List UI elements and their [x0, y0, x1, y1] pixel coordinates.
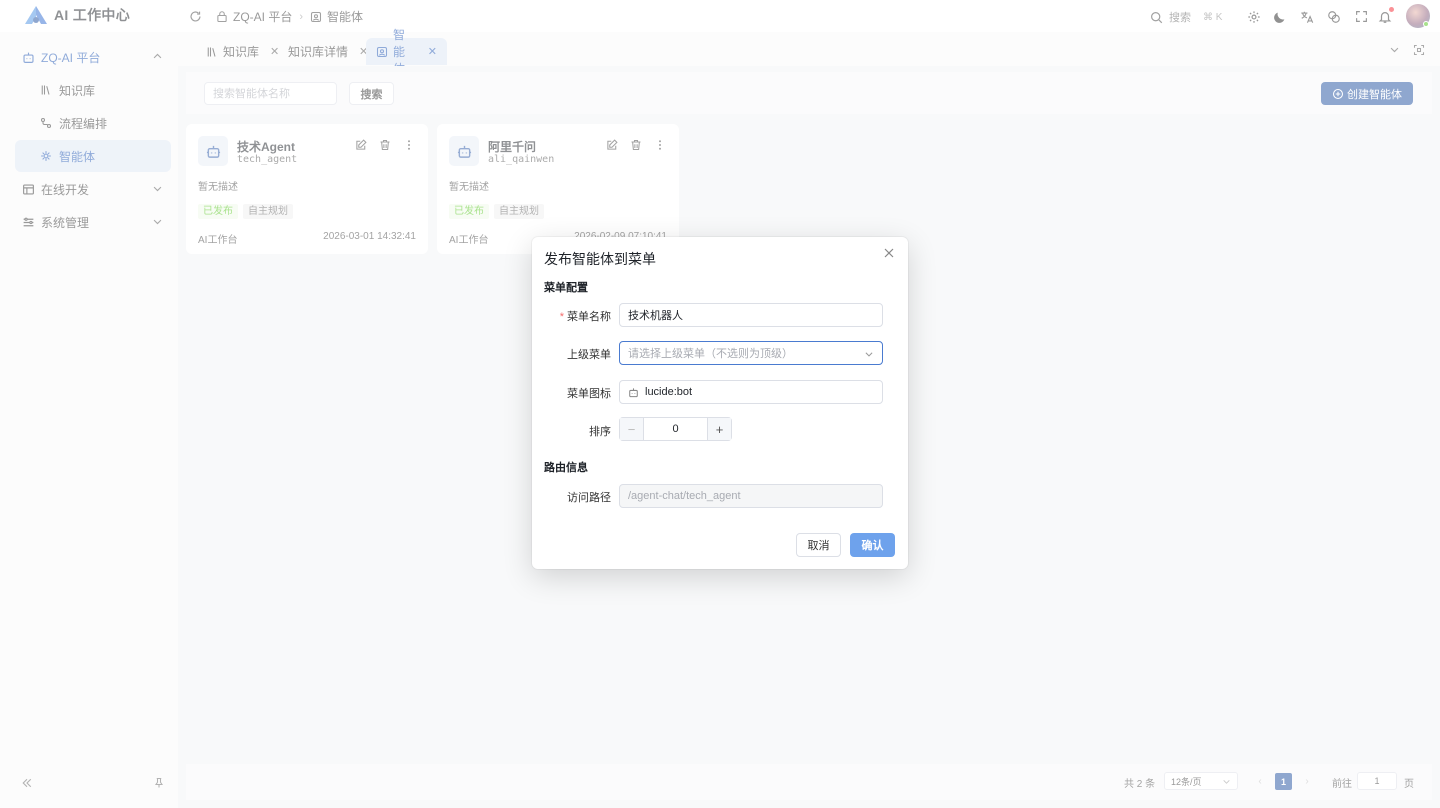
- dialog-title: 发布智能体到菜单: [544, 251, 656, 267]
- parent-menu-label: 上级菜单: [567, 349, 611, 361]
- menu-name-label: * 菜单名称: [559, 311, 611, 323]
- bot-icon: [628, 387, 639, 398]
- menu-icon-label: 菜单图标: [567, 388, 611, 400]
- section-menu-config: 菜单配置: [544, 282, 588, 294]
- close-icon[interactable]: [884, 248, 894, 258]
- order-value[interactable]: 0: [644, 418, 707, 440]
- parent-menu-select[interactable]: 请选择上级菜单（不选则为顶级）: [619, 341, 883, 365]
- order-label: 排序: [589, 426, 611, 438]
- menu-icon-input[interactable]: lucide:bot: [619, 380, 883, 404]
- increment-button[interactable]: +: [707, 418, 731, 440]
- chevron-down-icon: [863, 348, 874, 359]
- cancel-button[interactable]: 取消: [796, 533, 841, 557]
- path-label: 访问路径: [567, 492, 611, 504]
- confirm-button[interactable]: 确认: [850, 533, 895, 557]
- decrement-button[interactable]: −: [620, 418, 644, 440]
- section-route-info: 路由信息: [544, 462, 588, 474]
- menu-name-input[interactable]: 技术机器人: [619, 303, 883, 327]
- order-stepper[interactable]: − 0 +: [619, 417, 732, 441]
- path-input: /agent-chat/tech_agent: [619, 484, 883, 508]
- publish-menu-dialog: 发布智能体到菜单 菜单配置 * 菜单名称 技术机器人 上级菜单 请选择上级菜单（不…: [532, 237, 908, 569]
